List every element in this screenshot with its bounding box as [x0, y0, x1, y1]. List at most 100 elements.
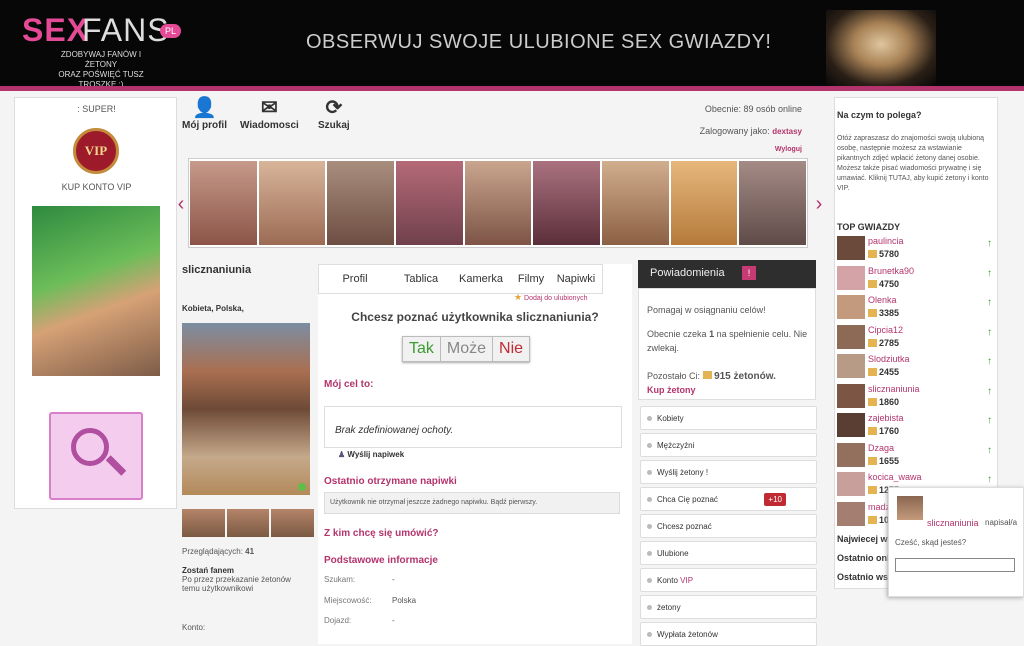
- logo-pl-badge: PL: [160, 24, 182, 38]
- become-fan-title[interactable]: Zostań fanem: [182, 566, 314, 575]
- top-star-item[interactable]: Olenka 3385 ↑: [836, 293, 994, 321]
- star-avatar[interactable]: [837, 265, 865, 290]
- star-avatar[interactable]: [837, 472, 865, 496]
- carousel-thumb[interactable]: [190, 161, 257, 245]
- trend-up-icon: ↑: [987, 238, 992, 249]
- star-name[interactable]: Cipcia12: [868, 325, 903, 335]
- chat-avatar[interactable]: [897, 496, 923, 520]
- top-star-item[interactable]: Brunetka90 4750 ↑: [836, 264, 994, 292]
- menu-you-want-meet[interactable]: Chcesz poznać: [640, 514, 817, 538]
- top-star-item[interactable]: Cipcia12 2785 ↑: [836, 323, 994, 351]
- star-name[interactable]: slicznaniunia: [868, 384, 920, 394]
- star-name[interactable]: kocica_wawa: [868, 472, 922, 482]
- star-points: 2785: [868, 338, 899, 348]
- star-avatar[interactable]: [837, 383, 865, 408]
- star-name[interactable]: Brunetka90: [868, 266, 914, 276]
- how-it-works-text: Otóż zapraszasz do znajomości swoją ulub…: [837, 135, 989, 192]
- carousel-thumb[interactable]: [533, 161, 601, 245]
- top-stars-title: TOP GWIAZDY: [837, 222, 901, 232]
- search-button[interactable]: ⟳ Szukaj: [318, 96, 350, 131]
- menu-men[interactable]: Mężczyźni: [640, 433, 817, 457]
- notifications-body: Pomagaj w osiągnaniu celów! Obecnie czek…: [638, 288, 816, 400]
- viewers-count: Przeglądających: 41: [182, 547, 255, 556]
- tab-movies[interactable]: Filmy: [511, 273, 551, 285]
- notifications-panel: Powiadomienia ! Pomagaj w osiągnaniu cel…: [638, 260, 816, 400]
- profile-thumb[interactable]: [226, 509, 270, 537]
- coin-icon: [868, 368, 877, 376]
- coin-icon: [868, 456, 877, 465]
- top-star-item[interactable]: Dzaga 1655 ↑: [836, 441, 994, 469]
- top-star-item[interactable]: paulincia 5780 ↑: [836, 234, 994, 262]
- carousel-prev-icon[interactable]: ‹: [176, 188, 186, 220]
- menu-tokens[interactable]: żetony: [640, 595, 817, 619]
- vip-badge-icon[interactable]: VIP: [73, 128, 119, 174]
- profile-thumb[interactable]: [182, 509, 225, 537]
- carousel-thumb[interactable]: [464, 161, 532, 245]
- carousel-thumb[interactable]: [327, 161, 395, 245]
- tab-wall[interactable]: Tablica: [391, 273, 451, 285]
- top-star-item[interactable]: zajebista 1760 ↑: [836, 411, 994, 439]
- chat-username[interactable]: slicznaniunia: [927, 518, 979, 528]
- buy-tokens-link[interactable]: Kup żetony: [647, 383, 813, 397]
- top-star-item[interactable]: slicznaniunia 1860 ↑: [836, 382, 994, 410]
- carousel-thumb[interactable]: [258, 161, 326, 245]
- profile-photo[interactable]: [182, 323, 310, 495]
- star-avatar[interactable]: [837, 236, 865, 260]
- chat-input[interactable]: [895, 558, 1015, 572]
- profile-thumbs: [182, 509, 315, 537]
- menu-women[interactable]: Kobiety: [640, 406, 817, 430]
- logout-link[interactable]: Wyloguj: [775, 146, 802, 153]
- info-value: Polska: [392, 596, 417, 605]
- header-title: OBSERWUJ SWOJE ULUBIONE SEX GWIAZDY!: [306, 31, 772, 53]
- envelope-icon: ✉: [261, 97, 278, 119]
- featured-photo[interactable]: [32, 206, 160, 376]
- star-avatar[interactable]: [837, 324, 865, 349]
- logo-fans[interactable]: FANS: [82, 12, 170, 49]
- add-favorite-link[interactable]: ★ Dodaj do ulubionych: [514, 292, 587, 303]
- tab-profile[interactable]: Profil: [319, 273, 391, 285]
- star-avatar[interactable]: [837, 354, 865, 378]
- notif-waiting: Obecnie czeka 1 na spełnienie celu. Nie …: [647, 329, 808, 353]
- menu-want-meet-you[interactable]: Chca Cię poznać +10: [640, 487, 817, 511]
- coin-icon: [868, 515, 877, 524]
- no-button[interactable]: Nie: [493, 337, 530, 361]
- info-label: Miejscowość:: [324, 596, 372, 605]
- carousel-thumb[interactable]: [602, 161, 669, 245]
- star-points: 1760: [868, 426, 899, 436]
- menu-withdraw-tokens[interactable]: Wypłata żetonów: [640, 622, 817, 646]
- star-name[interactable]: zajebista: [868, 413, 904, 423]
- yes-button[interactable]: Tak: [403, 337, 441, 361]
- trend-up-icon: ↑: [987, 474, 992, 485]
- notif-remaining: Pozostało Ci: 915 żetonów.: [647, 371, 776, 382]
- menu-account-vip[interactable]: Konto VIP: [640, 568, 817, 592]
- tab-tips[interactable]: Napiwki: [551, 273, 601, 285]
- star-name[interactable]: Dzaga: [868, 443, 894, 453]
- send-tip-link[interactable]: ♟ Wyślij napiwek: [338, 450, 404, 459]
- carousel-thumb[interactable]: [670, 161, 738, 245]
- messages-button[interactable]: ✉ Wiadomosci: [240, 96, 299, 131]
- tab-camera[interactable]: Kamerka: [451, 273, 511, 285]
- star-name[interactable]: Slodziutka: [868, 354, 910, 364]
- maybe-button[interactable]: Może: [440, 337, 494, 361]
- profile-thumb[interactable]: [271, 509, 315, 537]
- menu-favorites[interactable]: Ulubione: [640, 541, 817, 565]
- logo-sex[interactable]: SEX: [22, 12, 89, 49]
- carousel-thumb[interactable]: [396, 161, 463, 245]
- star-avatar[interactable]: [837, 442, 865, 467]
- star-avatar[interactable]: [837, 501, 865, 526]
- carousel-next-icon[interactable]: ›: [814, 188, 824, 220]
- star-avatar[interactable]: [837, 295, 865, 319]
- logo-subtitle: ZDOBYWAJ FANÓW I ŻETONY ORAZ POŚWIĘĆ TUSZ…: [58, 50, 144, 89]
- menu-send-tokens[interactable]: Wyślij żetony !: [640, 460, 817, 484]
- carousel-thumb[interactable]: [739, 161, 807, 245]
- star-name[interactable]: paulincia: [868, 236, 904, 246]
- coin-icon: [702, 371, 712, 379]
- logged-user[interactable]: dextasy: [772, 127, 802, 136]
- star-avatar[interactable]: [837, 413, 865, 437]
- logged-as: Zalogowany jako: dextasy: [699, 126, 802, 136]
- buy-vip-link[interactable]: KUP KONTO VIP: [15, 182, 178, 192]
- search-banner[interactable]: [49, 412, 143, 500]
- top-star-item[interactable]: Slodziutka 2455 ↑: [836, 352, 994, 380]
- star-name[interactable]: Olenka: [868, 295, 897, 305]
- my-profile-button[interactable]: 👤 Mój profil: [182, 96, 227, 131]
